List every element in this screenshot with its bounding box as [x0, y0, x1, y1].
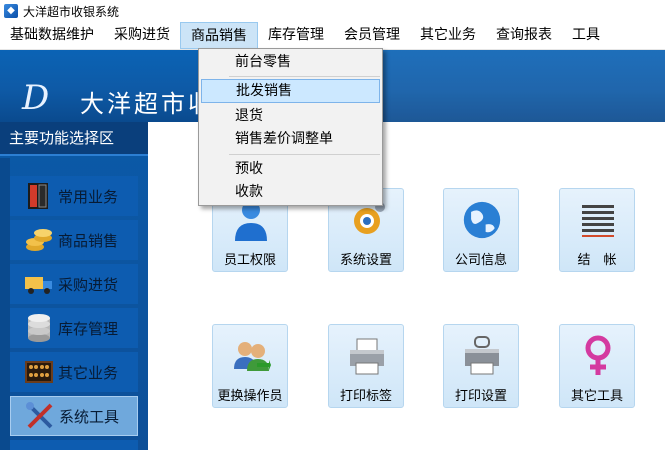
logo-mark: D — [22, 78, 50, 118]
truck-icon — [24, 269, 54, 299]
sidebar-item-label: 商品销售 — [58, 231, 119, 250]
sidebar-item-partial — [10, 440, 138, 450]
sidebar-item-label: 常用业务 — [58, 187, 119, 206]
tile-label: 更换操作员 — [217, 389, 283, 404]
sidebar: 主要功能选择区 常用业务 商品销售 采购进货 库存管理 其它业务 系统工具 — [0, 122, 148, 450]
printer-lock-icon — [462, 333, 502, 379]
menu-bar: 基础数据维护 采购进货 商品销售 库存管理 会员管理 其它业务 查询报表 工具 — [0, 22, 665, 50]
sidebar-item-label: 其它业务 — [58, 363, 119, 382]
sidebar-item-label: 系统工具 — [59, 407, 120, 426]
sales-dropdown-menu: 前台零售 批发销售 退货 销售差价调整单 预收 收款 — [198, 48, 383, 206]
menu-separator — [229, 76, 380, 77]
menu-purchase[interactable]: 采购进货 — [104, 22, 180, 49]
menu-basic-data[interactable]: 基础数据维护 — [0, 22, 104, 49]
title-bar: ◆ 大洋超市收银系统 — [0, 0, 665, 22]
menu-sales[interactable]: 商品销售 — [180, 22, 258, 49]
tile-checkout[interactable]: 结 帐 — [559, 188, 635, 272]
menu-separator — [229, 154, 380, 155]
tile-label: 员工权限 — [223, 253, 276, 268]
sidebar-item-label: 采购进货 — [58, 275, 119, 294]
tile-label: 打印标签 — [339, 389, 392, 404]
tools-icon — [25, 401, 55, 431]
tile-other-tools[interactable]: 其它工具 — [559, 324, 635, 408]
female-symbol-icon — [578, 333, 618, 379]
globe-icon — [462, 197, 502, 243]
sidebar-strip — [0, 158, 10, 450]
ledger-icon — [578, 197, 618, 243]
window-title: 大洋超市收银系统 — [23, 4, 120, 19]
menu-other-business[interactable]: 其它业务 — [410, 22, 486, 49]
tile-print-settings[interactable]: 打印设置 — [443, 324, 519, 408]
sidebar-item-other[interactable]: 其它业务 — [10, 352, 138, 392]
coins-icon — [24, 225, 54, 255]
menu-item-advance-receipt[interactable]: 预收 — [201, 157, 380, 181]
tile-print-label[interactable]: 打印标签 — [328, 324, 404, 408]
tile-company-info[interactable]: 公司信息 — [443, 188, 519, 272]
tile-label: 结 帐 — [577, 253, 617, 268]
sidebar-item-purchase[interactable]: 采购进货 — [10, 264, 138, 304]
printer-icon — [347, 333, 387, 379]
sidebar-item-label: 库存管理 — [58, 319, 119, 338]
menu-reports[interactable]: 查询报表 — [486, 22, 562, 49]
menu-members[interactable]: 会员管理 — [334, 22, 410, 49]
app-icon: ◆ — [4, 4, 18, 18]
menu-item-return[interactable]: 退货 — [201, 104, 380, 128]
sidebar-item-inventory[interactable]: 库存管理 — [10, 308, 138, 348]
menu-item-wholesale[interactable]: 批发销售 — [201, 79, 380, 103]
sidebar-item-common[interactable]: 常用业务 — [10, 176, 138, 216]
tile-label: 其它工具 — [570, 389, 623, 404]
database-icon — [24, 313, 54, 343]
tile-label: 系统设置 — [339, 253, 392, 268]
tile-label: 打印设置 — [454, 389, 507, 404]
menu-item-collection[interactable]: 收款 — [201, 180, 380, 204]
menu-inventory[interactable]: 库存管理 — [258, 22, 334, 49]
tile-label: 公司信息 — [454, 253, 507, 268]
menu-item-retail[interactable]: 前台零售 — [201, 50, 380, 74]
abacus-icon — [24, 357, 54, 387]
book-icon — [24, 181, 54, 211]
switch-user-icon — [231, 333, 271, 379]
sidebar-item-sales[interactable]: 商品销售 — [10, 220, 138, 260]
menu-item-price-adjust[interactable]: 销售差价调整单 — [201, 127, 380, 151]
tile-switch-operator[interactable]: 更换操作员 — [212, 324, 288, 408]
sidebar-header: 主要功能选择区 — [0, 122, 148, 156]
menu-tools[interactable]: 工具 — [562, 22, 610, 49]
sidebar-item-system-tools[interactable]: 系统工具 — [10, 396, 138, 436]
